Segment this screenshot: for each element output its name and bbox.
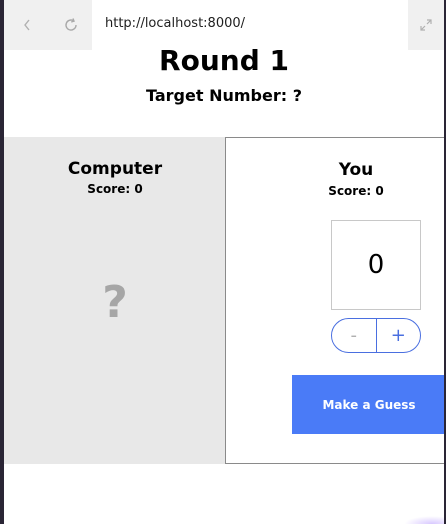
reload-icon[interactable] — [60, 14, 82, 36]
player-panel: You Score: 0 0 - + Make a Guess — [225, 137, 444, 464]
guess-value-display: 0 — [331, 220, 421, 310]
computer-name: Computer — [67, 159, 163, 179]
address-bar[interactable]: http://localhost:8000/ — [105, 16, 245, 31]
nav-buttons — [4, 0, 92, 50]
player-name: You — [338, 160, 374, 180]
make-guess-button[interactable]: Make a Guess — [292, 375, 444, 434]
computer-score: Score: 0 — [87, 182, 143, 196]
decrement-button[interactable]: - — [332, 319, 377, 352]
expand-icon[interactable] — [408, 0, 444, 50]
increment-button[interactable]: + — [377, 319, 421, 352]
browser-toolbar: http://localhost:8000/ — [4, 0, 444, 50]
computer-panel: Computer Score: 0 ? — [4, 137, 226, 464]
corner-glow — [404, 516, 444, 524]
computer-hidden-guess: ? — [102, 277, 128, 328]
target-number: Target Number: ? — [146, 86, 302, 105]
browser-window: http://localhost:8000/ Round 1 Target Nu… — [4, 0, 444, 524]
back-icon[interactable] — [16, 14, 38, 36]
guess-stepper: - + — [331, 318, 421, 353]
round-title: Round 1 — [159, 44, 289, 77]
player-score: Score: 0 — [328, 184, 384, 198]
